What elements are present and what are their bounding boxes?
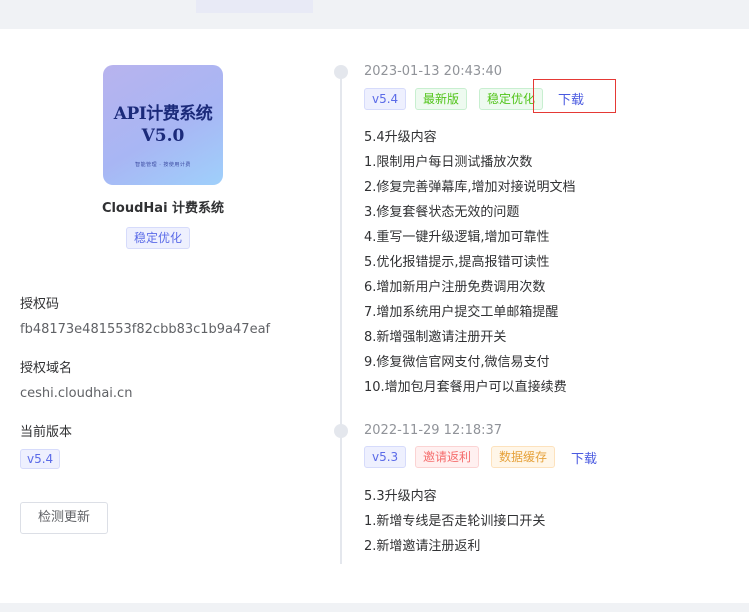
top-tab-bar [0,0,749,13]
changelog-item: 8.新增强制邀请注册开关 [364,330,507,345]
release-timestamp: 2023-01-13 20:43:40 [364,64,503,79]
changelog-item: 2.新增邀请注册返利 [364,539,481,554]
data-cache-tag: 数据缓存 [491,446,556,468]
release-version-tag: v5.3 [364,446,407,468]
changelog-item: 9.修复微信官网支付,微信易支付 [364,355,550,370]
product-status-tag: 稳定优化 [126,227,191,249]
changelog-item: 1.限制用户每日测试播放次数 [364,155,533,170]
highlight-box [533,79,616,113]
changelog-item: 2.修复完善弹幕库,增加对接说明文档 [364,180,576,195]
license-code-value: fb48173e481553f82cbb83c1b9a47eaf [20,322,271,337]
changelog-heading: 5.3升级内容 [364,489,437,504]
changelog-heading: 5.4升级内容 [364,130,437,145]
cover-version: V5.0 [141,126,185,146]
changelog-item: 4.重写一键升级逻辑,增加可靠性 [364,230,550,245]
changelog-item: 1.新增专线是否走轮训接口开关 [364,514,546,529]
current-version-label: 当前版本 [20,425,73,440]
license-domain-label: 授权域名 [20,361,73,376]
changelog-item: 6.增加新用户注册免费调用次数 [364,280,546,295]
changelog-item: 7.增加系统用户提交工单邮箱提醒 [364,305,559,320]
check-update-button[interactable]: 检测更新 [20,502,108,534]
release-timestamp: 2022-11-29 12:18:37 [364,423,503,438]
changelog-item: 3.修复套餐状态无效的问题 [364,205,520,220]
download-link[interactable]: 下载 [571,448,597,467]
timeline-line [340,72,342,564]
latest-tag: 最新版 [415,88,468,110]
page-bottom-background [0,603,749,612]
product-cover-image: API计费系统 V5.0 智能管理 · 按使用计费 [103,65,223,185]
timeline-dot [334,424,348,438]
license-domain-value: ceshi.cloudhai.cn [20,386,133,401]
license-code-label: 授权码 [20,297,60,312]
product-name: CloudHai 计费系统 [101,201,225,216]
changelog-list: 5.4升级内容 1.限制用户每日测试播放次数 2.修复完善弹幕库,增加对接说明文… [364,125,734,400]
changelog-item: 5.优化报错提示,提高报错可读性 [364,255,550,270]
current-version-tag: v5.4 [20,449,61,469]
active-tab-indicator[interactable] [196,0,313,13]
release-version-tag: v5.4 [364,88,407,110]
changelog-list: 5.3升级内容 1.新增专线是否走轮训接口开关 2.新增邀请注册返利 [364,484,734,559]
cover-subtitle: 智能管理 · 按使用计费 [135,162,191,168]
changelog-item: 10.增加包月套餐用户可以直接续费 [364,380,567,395]
cover-title: API计费系统 [113,104,213,124]
invite-rebate-tag: 邀请返利 [415,446,480,468]
timeline-dot [334,65,348,79]
